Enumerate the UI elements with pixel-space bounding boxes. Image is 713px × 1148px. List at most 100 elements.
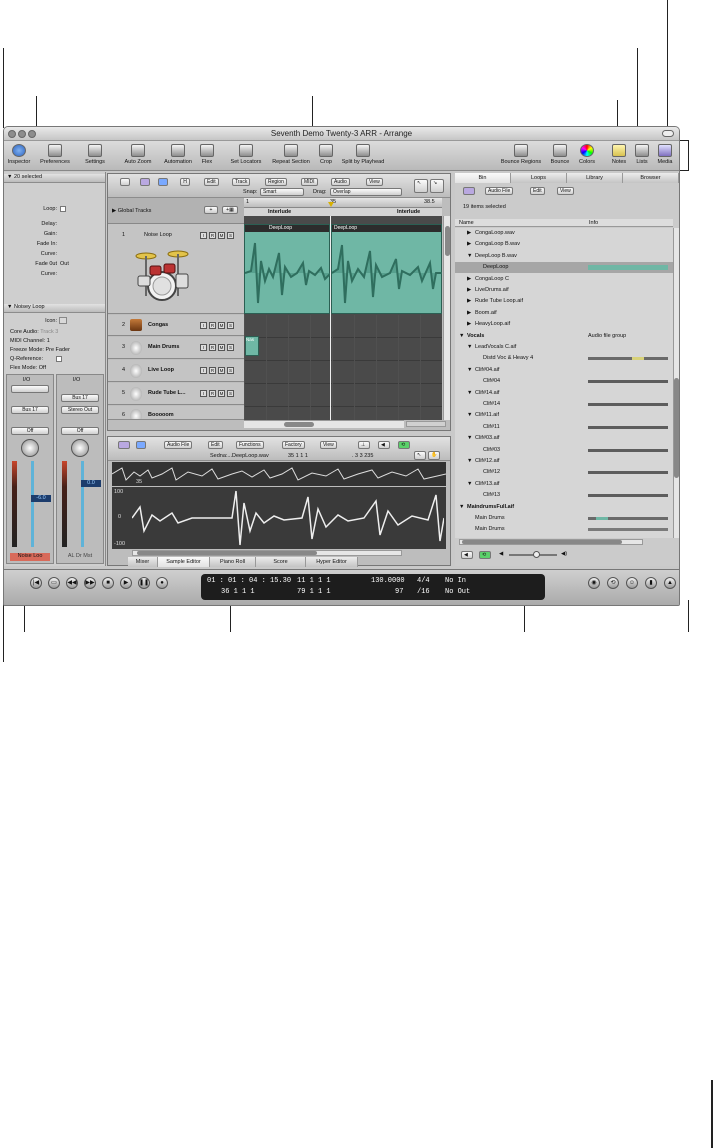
repeat-section-button[interactable]: Repeat Section <box>268 144 314 165</box>
track-row-4[interactable]: 4 Live Loop I R M S <box>108 360 244 382</box>
mute-button[interactable]: M <box>218 390 225 397</box>
bin-list-item[interactable]: Main Drums <box>455 524 673 535</box>
record-enable-button[interactable]: R <box>209 322 216 329</box>
lists-button[interactable]: Lists <box>631 144 653 165</box>
region-parameters-header[interactable]: ▼ 20 selected <box>4 174 105 183</box>
catch-button[interactable] <box>120 178 130 186</box>
bar-position-display[interactable]: 36 1 1 1 <box>221 588 255 596</box>
bin-list-item[interactable]: Clif#03 <box>455 445 673 456</box>
q-reference-checkbox[interactable] <box>56 356 62 362</box>
toolbar-toggle-button[interactable] <box>662 130 674 137</box>
stop-button[interactable]: ■ <box>102 577 114 589</box>
duplicate-track-button[interactable]: +▦ <box>222 206 238 214</box>
link-button[interactable] <box>140 178 150 186</box>
overview-waveform[interactable]: 35 <box>111 462 447 486</box>
audio-menu[interactable]: Audio <box>331 178 350 186</box>
tab-score[interactable]: Score <box>256 557 306 567</box>
bin-view-menu[interactable]: View <box>557 187 574 195</box>
locator-left-display[interactable]: 11 1 1 1 <box>297 577 331 585</box>
play-preview-button[interactable]: ◀ <box>461 551 473 559</box>
zoom-slider[interactable] <box>406 421 446 427</box>
bar-ruler[interactable]: 1 35 38.5 <box>244 198 442 208</box>
title-bar[interactable]: Seventh Demo Twenty-3 ARR - Arrange <box>4 127 679 141</box>
record-enable-button[interactable]: R <box>209 390 216 397</box>
go-to-start-button[interactable]: |◀ <box>30 577 42 589</box>
fade-type-value[interactable]: Out <box>60 261 69 267</box>
tempo-display[interactable]: 130.0000 <box>371 577 405 585</box>
division-display[interactable]: /16 <box>417 588 430 596</box>
input-slot[interactable] <box>11 385 49 393</box>
signature-display[interactable]: 4/4 <box>417 577 430 585</box>
bin-list-item[interactable]: ▶ CongaLoop B.wav <box>455 239 673 250</box>
playhead-marker[interactable] <box>328 202 334 207</box>
disclosure-arrow-icon[interactable]: ▶ <box>467 308 475 319</box>
bin-edit-menu[interactable]: Edit <box>530 187 545 195</box>
bounce-regions-button[interactable]: Bounce Regions <box>496 144 546 165</box>
automation-off-button[interactable]: Off <box>61 427 99 435</box>
disclosure-arrow-icon[interactable]: ▶ <box>467 239 475 250</box>
tab-browser[interactable]: Browser <box>623 173 679 183</box>
scroll-thumb[interactable] <box>137 551 317 555</box>
bin-scrollbar[interactable] <box>673 228 679 538</box>
tab-hyper-editor[interactable]: Hyper Editor <box>306 557 358 567</box>
disclosure-arrow-icon[interactable]: ▼ <box>467 388 475 399</box>
audio-file-menu[interactable]: Audio File <box>164 441 193 449</box>
timeline-area[interactable]: DeepLoop DeepLoop Nas <box>244 216 442 420</box>
bin-list-item[interactable]: ▼ Clif#11.aif <box>455 410 673 421</box>
marker-interlude[interactable]: Interlude <box>268 209 291 215</box>
tuner-button[interactable]: ▲ <box>664 577 676 589</box>
bin-list-item[interactable]: ▼ Clif#04.aif <box>455 365 673 376</box>
editor-scrollbar[interactable] <box>132 550 402 556</box>
smpte-display[interactable]: 01 : 01 : 04 : 15.30 <box>207 577 291 585</box>
snap-select[interactable]: Smart <box>260 188 304 196</box>
solo-button[interactable]: S <box>227 232 234 239</box>
bin-list-item[interactable]: Clif#04 <box>455 376 673 387</box>
bounce-button[interactable]: Bounce <box>547 144 573 165</box>
disclosure-arrow-icon[interactable]: ▼ <box>467 433 475 444</box>
settings-button[interactable]: Settings <box>82 144 108 165</box>
bin-list-item[interactable]: ▶ CongaLoop.wav <box>455 228 673 239</box>
solo-mode-button[interactable]: ☺ <box>626 577 638 589</box>
input-monitor-button[interactable]: I <box>200 344 207 351</box>
loop-checkbox[interactable] <box>60 206 66 212</box>
midi-menu[interactable]: MIDI <box>301 178 318 186</box>
mute-button[interactable]: M <box>218 322 225 329</box>
rewind-button[interactable]: ◀◀ <box>66 577 78 589</box>
bin-list-item[interactable]: Main Drums <box>455 513 673 524</box>
disclosure-arrow-icon[interactable]: ▶ <box>467 285 475 296</box>
volume-fader[interactable] <box>31 461 34 547</box>
vertical-scrollbar[interactable] <box>443 216 450 420</box>
locator-right-display[interactable]: 79 1 1 1 <box>297 588 331 596</box>
bin-list-item[interactable]: DeepLoop <box>455 262 673 274</box>
split-by-playhead-button[interactable]: Split by Playhead <box>338 144 388 165</box>
input-bus-button[interactable]: Bus 17 <box>61 394 99 402</box>
region-small[interactable]: Nas <box>245 336 259 356</box>
metronome-button[interactable]: ▮ <box>645 577 657 589</box>
functions-menu[interactable]: Functions <box>236 441 264 449</box>
bin-list-item[interactable]: Clif#13 <box>455 490 673 501</box>
volume-fader[interactable] <box>81 461 84 547</box>
pointer-tool-button[interactable]: ↖ <box>414 451 426 460</box>
disclosure-arrow-icon[interactable]: ▶ <box>467 296 475 307</box>
drag-select[interactable]: Overlap <box>330 188 402 196</box>
record-enable-button[interactable]: R <box>209 367 216 374</box>
output-button[interactable]: Stereo Out <box>61 406 99 414</box>
tab-sample-editor[interactable]: Sample Editor <box>158 557 210 567</box>
loop-button[interactable]: ⟲ <box>398 441 410 449</box>
edit-menu[interactable]: Edit <box>204 178 219 186</box>
marker-interlude-2[interactable]: Interlude <box>397 209 420 215</box>
disclosure-arrow-icon[interactable]: ▼ <box>459 331 467 342</box>
track-menu[interactable]: Track <box>232 178 251 186</box>
add-track-button[interactable]: + <box>204 206 218 214</box>
cycle-button[interactable]: ▭ <box>48 577 60 589</box>
pan-knob[interactable] <box>71 439 89 457</box>
pencil-tool-button[interactable]: ↘ <box>430 179 444 193</box>
bin-list-item[interactable]: ▼ Clif#03.aif <box>455 433 673 444</box>
pan-knob[interactable] <box>21 439 39 457</box>
filter-button[interactable] <box>136 441 146 449</box>
filter-button[interactable] <box>158 178 168 186</box>
mute-button[interactable]: M <box>218 232 225 239</box>
tab-loops[interactable]: Loops <box>511 173 567 183</box>
solo-button[interactable]: S <box>227 367 234 374</box>
solo-button[interactable]: S <box>227 322 234 329</box>
